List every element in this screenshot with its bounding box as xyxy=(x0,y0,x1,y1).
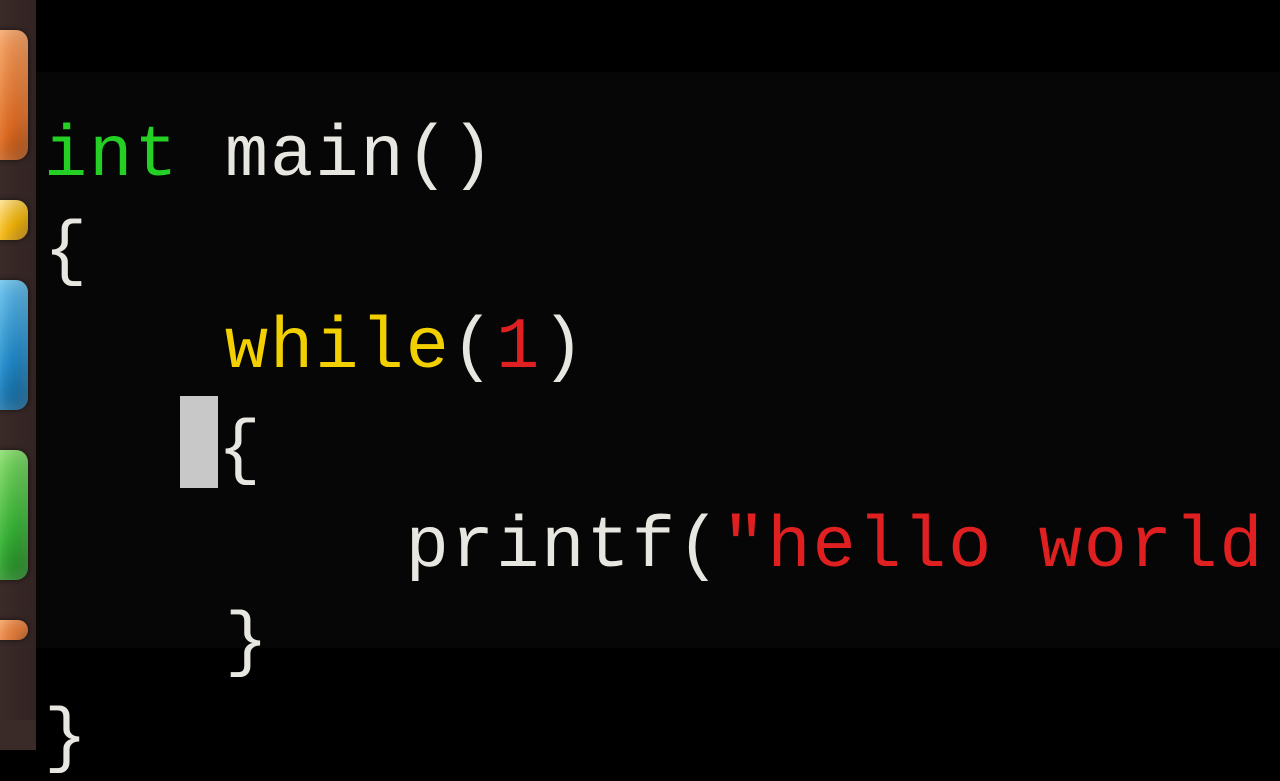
code-token: while xyxy=(225,307,451,389)
unity-launcher xyxy=(0,0,36,750)
code-token: main xyxy=(225,115,406,197)
terminal-icon[interactable] xyxy=(0,450,28,580)
code-token xyxy=(44,410,180,492)
code-token: { xyxy=(44,211,89,293)
code-token xyxy=(44,506,406,588)
code-token: int xyxy=(44,115,180,197)
code-token: 1 xyxy=(496,307,541,389)
code-token: ( xyxy=(677,506,722,588)
firefox-icon[interactable] xyxy=(0,200,28,240)
code-token: } xyxy=(44,698,89,780)
code-editor[interactable]: int main() { while(1) { printf("hello wo… xyxy=(36,72,1280,648)
code-token xyxy=(180,115,225,197)
code-token: "hello world! xyxy=(722,506,1280,588)
code-token: } xyxy=(225,602,270,684)
code-token: { xyxy=(218,410,263,492)
files-icon[interactable] xyxy=(0,30,28,160)
code-token: () xyxy=(406,115,496,197)
code-token: printf xyxy=(406,506,677,588)
code-token xyxy=(44,307,225,389)
code-token: ( xyxy=(451,307,496,389)
software-icon[interactable] xyxy=(0,280,28,410)
settings-icon[interactable] xyxy=(0,620,28,640)
text-cursor xyxy=(180,396,218,488)
code-token xyxy=(44,602,225,684)
code-token: ) xyxy=(541,307,586,389)
